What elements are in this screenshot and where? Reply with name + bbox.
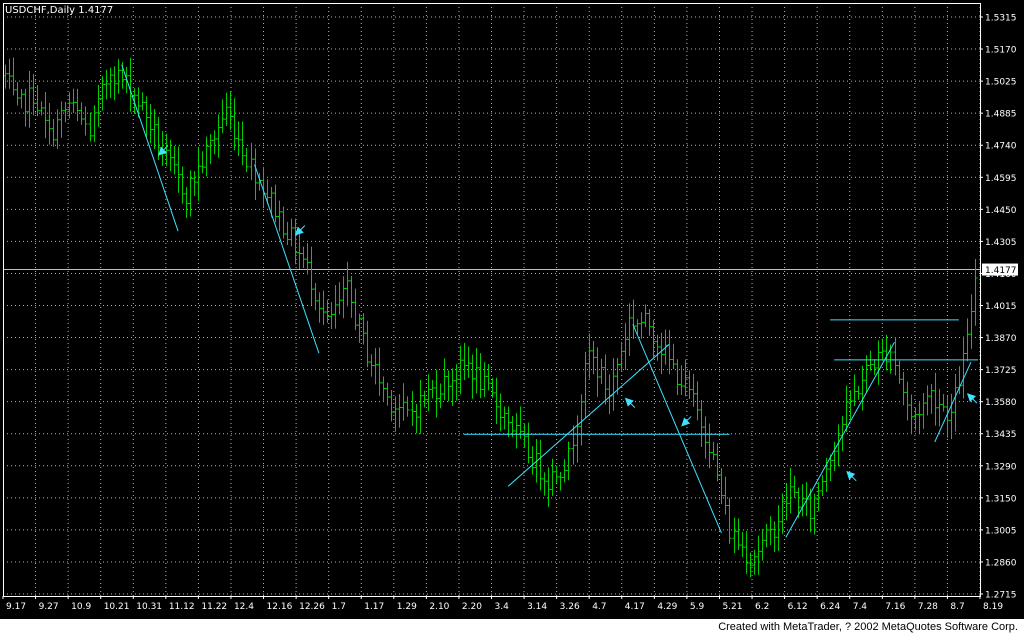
x-tick-label: 12.16 [267,602,293,612]
x-tick-label: 1.17 [364,602,384,612]
y-tick-label: 1.4740 [985,142,1017,152]
chart-title: USDCHF,Daily 1.4177 [5,5,113,16]
y-tick-label: 1.3580 [985,398,1017,408]
x-tick-label: 6.12 [788,602,808,612]
x-tick-label: 9.17 [6,602,26,612]
x-tick-label: 3.26 [560,602,580,612]
x-tick-label: 8.7 [950,602,964,612]
x-tick-label: 3.14 [527,602,547,612]
x-tick-label: 5.9 [690,602,705,612]
x-tick-label: 7.28 [918,602,938,612]
x-tick-label: 7.16 [885,602,905,612]
x-tick-label: 4.29 [657,602,677,612]
x-tick-label: 3.4 [495,602,510,612]
x-tick-label: 1.7 [332,602,346,612]
y-tick-label: 1.4450 [985,206,1017,216]
y-tick-label: 1.3290 [985,462,1017,472]
y-tick-label: 1.3005 [985,526,1017,536]
current-price-box: 1.4177 [982,263,1018,276]
x-tick-label: 11.22 [201,602,227,612]
x-tick-label: 2.20 [462,602,482,612]
x-tick-label: 12.4 [234,602,254,612]
x-tick-label: 10.9 [71,602,91,612]
x-tick-label: 4.7 [592,602,606,612]
x-tick-label: 6.24 [820,602,840,612]
x-tick-label: 7.4 [853,602,868,612]
chart-window: 1.5315 1.5170 1.5025 1.4885 1.4740 1.4595 1.44… [0,0,1024,635]
x-tick-label: 5.21 [722,602,742,612]
y-tick-label: 1.5315 [985,14,1017,24]
x-tick-label: 12.26 [299,602,325,612]
x-tick-label: 10.31 [136,602,162,612]
x-tick-label: 2.10 [429,602,449,612]
y-tick-label: 1.5025 [985,78,1017,88]
x-tick-label: 4.17 [625,602,645,612]
x-tick-label: 9.27 [39,602,59,612]
price-chart: 1.5315 1.5170 1.5025 1.4885 1.4740 1.4595 1.44… [0,0,1024,619]
price-box-label: 1.4177 [985,266,1017,276]
y-tick-label: 1.3870 [985,334,1017,344]
x-tick-label: 6.2 [755,602,769,612]
y-tick-label: 1.4015 [985,302,1017,312]
y-tick-label: 1.5170 [985,46,1017,56]
y-tick-label: 1.2860 [985,558,1017,568]
x-tick-label: 10.21 [104,602,130,612]
y-tick-label: 1.3435 [985,430,1017,440]
chart-background [0,0,1024,619]
x-tick-label: 1.29 [397,602,417,612]
x-tick-label: 8.19 [983,602,1003,612]
y-tick-label: 1.4305 [985,238,1017,248]
x-tick-label: 11.12 [169,602,195,612]
y-tick-label: 1.4595 [985,174,1017,184]
y-tick-label: 1.2715 [985,591,1017,601]
y-tick-label: 1.4885 [985,110,1017,120]
y-tick-label: 1.3150 [985,494,1017,504]
y-tick-label: 1.3725 [985,366,1017,376]
footer-credit: Created with MetaTrader, ? 2002 MetaQuot… [0,619,1018,635]
